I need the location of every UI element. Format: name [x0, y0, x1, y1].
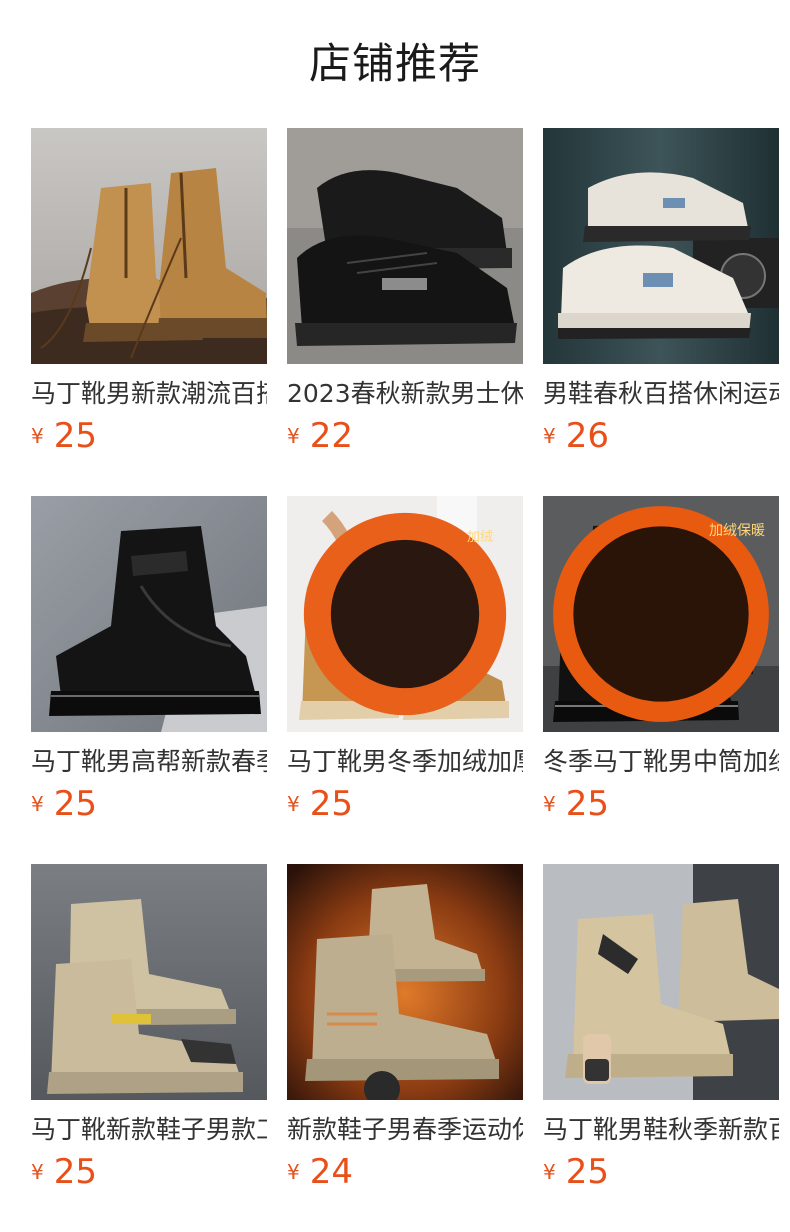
currency-symbol: ¥ — [31, 424, 44, 448]
price-value: 25 — [565, 784, 609, 824]
tan-boots-image — [31, 128, 267, 364]
product-card[interactable]: 加绒 马丁靴男冬季加绒加厚 ¥25 — [287, 496, 523, 864]
product-card[interactable]: 马丁靴新款鞋子男款工 ¥25 — [31, 864, 267, 1232]
price-value: 26 — [565, 416, 609, 456]
currency-symbol: ¥ — [287, 1160, 300, 1184]
product-image[interactable]: 加绒 — [287, 496, 523, 732]
fleece-badge-text: 加绒 — [466, 530, 493, 545]
product-image[interactable] — [31, 128, 267, 364]
product-price: ¥25 — [31, 416, 267, 456]
currency-symbol: ¥ — [31, 1160, 44, 1184]
price-value: 24 — [309, 1152, 353, 1192]
currency-symbol: ¥ — [287, 424, 300, 448]
khaki-work-boots-image — [31, 864, 267, 1100]
product-name[interactable]: 冬季马丁靴男中筒加绒 — [543, 746, 779, 778]
product-name[interactable]: 马丁靴男鞋秋季新款百 — [543, 1114, 779, 1146]
currency-symbol: ¥ — [543, 792, 556, 816]
product-price: ¥24 — [287, 1152, 523, 1192]
product-image[interactable]: 加绒保暖 — [543, 496, 779, 732]
black-sneakers-image — [287, 128, 523, 364]
product-price: ¥25 — [31, 784, 267, 824]
beige-chunky-boots-image — [543, 864, 779, 1100]
price-value: 25 — [53, 416, 97, 456]
product-card[interactable]: 男鞋春秋百搭休闲运动 ¥26 — [543, 128, 779, 496]
product-name[interactable]: 新款鞋子男春季运动休 — [287, 1114, 523, 1146]
product-price: ¥25 — [31, 1152, 267, 1192]
price-value: 25 — [53, 1152, 97, 1192]
product-name[interactable]: 男鞋春秋百搭休闲运动 — [543, 378, 779, 410]
product-card[interactable]: 马丁靴男高帮新款春季 ¥25 — [31, 496, 267, 864]
black-leather-boot-image — [31, 496, 267, 732]
currency-symbol: ¥ — [287, 792, 300, 816]
product-name[interactable]: 马丁靴男高帮新款春季 — [31, 746, 267, 778]
product-image[interactable] — [287, 864, 523, 1100]
page-title: 店铺推荐 — [308, 39, 481, 88]
product-image[interactable] — [287, 128, 523, 364]
product-name[interactable]: 马丁靴男冬季加绒加厚 — [287, 746, 523, 778]
product-price: ¥25 — [543, 784, 779, 824]
price-value: 22 — [309, 416, 353, 456]
store-recommendations-page: 店铺推荐 马丁靴男新款潮流百搭 ¥ 25 2023春秋新款男士休 ¥ 22 男鞋… — [0, 0, 790, 1232]
product-price: ¥22 — [287, 416, 523, 456]
product-card[interactable]: 马丁靴男鞋秋季新款百 ¥25 — [543, 864, 779, 1232]
product-card[interactable]: 新款鞋子男春季运动休 ¥24 — [287, 864, 523, 1232]
price-value: 25 — [565, 1152, 609, 1192]
currency-symbol: ¥ — [543, 1160, 556, 1184]
product-grid: 马丁靴男新款潮流百搭 ¥25 2023春秋新款男士休闲 — [31, 128, 779, 1232]
product-name[interactable]: 马丁靴新款鞋子男款工 — [31, 1114, 267, 1146]
product-image[interactable] — [31, 496, 267, 732]
white-sneakers-image — [543, 128, 779, 364]
currency-symbol: ¥ — [543, 424, 556, 448]
product-card[interactable]: 2023春秋新款男士休闲 ¥22 — [287, 128, 523, 496]
product-name[interactable]: 马丁靴男新款潮流百搭 — [31, 378, 267, 410]
product-card[interactable]: 加绒保暖 冬季马丁靴男中筒加绒 ¥25 — [543, 496, 779, 864]
currency-symbol: ¥ — [31, 792, 44, 816]
product-image[interactable] — [543, 864, 779, 1100]
product-price: ¥25 — [287, 784, 523, 824]
product-price: ¥25 — [543, 1152, 779, 1192]
product-name[interactable]: 2023春秋新款男士休闲 — [287, 378, 523, 410]
product-image[interactable] — [31, 864, 267, 1100]
product-price: ¥26 — [543, 416, 779, 456]
price-value: 25 — [309, 784, 353, 824]
fleece-badge-text: 加绒保暖 — [709, 523, 765, 539]
product-image[interactable] — [543, 128, 779, 364]
khaki-sport-boots-image — [287, 864, 523, 1100]
price-value: 25 — [53, 784, 97, 824]
product-card[interactable]: 马丁靴男新款潮流百搭 ¥25 — [31, 128, 267, 496]
